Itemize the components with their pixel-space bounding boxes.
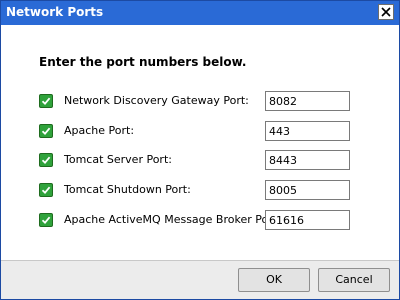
- apache-port-input[interactable]: [265, 121, 350, 141]
- port-row-activemq-broker: Apache ActiveMQ Message Broker Port:: [1, 210, 399, 230]
- tomcat-server-port-label: Tomcat Server Port:: [64, 153, 172, 166]
- tomcat-shutdown-port-input[interactable]: [265, 180, 350, 200]
- network-ports-dialog: Network Ports Enter the port numbers bel…: [0, 0, 400, 300]
- tomcat-server-port-checkbox[interactable]: [39, 153, 53, 167]
- tomcat-server-port-input[interactable]: [265, 150, 350, 170]
- port-row-network-discovery-gateway: Network Discovery Gateway Port:: [1, 91, 399, 111]
- tomcat-shutdown-port-checkbox[interactable]: [39, 183, 53, 197]
- checkmark-icon: [41, 186, 51, 195]
- button-bar: OK Cancel: [1, 260, 399, 299]
- network-discovery-gateway-checkbox[interactable]: [39, 94, 53, 108]
- checkmark-icon: [41, 127, 51, 136]
- instructions-heading: Enter the port numbers below.: [39, 55, 247, 69]
- network-discovery-gateway-port-label: Network Discovery Gateway Port:: [64, 94, 249, 107]
- port-row-apache: Apache Port:: [1, 121, 399, 141]
- activemq-broker-port-input[interactable]: [265, 210, 350, 230]
- apache-port-checkbox[interactable]: [39, 124, 53, 138]
- cancel-button[interactable]: Cancel: [318, 268, 390, 292]
- port-row-tomcat-shutdown: Tomcat Shutdown Port:: [1, 180, 399, 200]
- activemq-broker-port-checkbox[interactable]: [39, 213, 53, 227]
- port-row-tomcat-server: Tomcat Server Port:: [1, 150, 399, 170]
- window-title: Network Ports: [6, 5, 104, 19]
- checkmark-icon: [41, 97, 51, 106]
- close-icon: [381, 7, 391, 17]
- title-bar[interactable]: Network Ports: [1, 1, 399, 25]
- checkmark-icon: [41, 156, 51, 165]
- tomcat-shutdown-port-label: Tomcat Shutdown Port:: [64, 183, 191, 196]
- ok-button[interactable]: OK: [238, 268, 310, 292]
- close-button[interactable]: [378, 4, 394, 20]
- activemq-broker-port-label: Apache ActiveMQ Message Broker Port:: [64, 213, 281, 226]
- network-discovery-gateway-port-input[interactable]: [265, 91, 350, 111]
- checkmark-icon: [41, 216, 51, 225]
- apache-port-label: Apache Port:: [64, 124, 135, 137]
